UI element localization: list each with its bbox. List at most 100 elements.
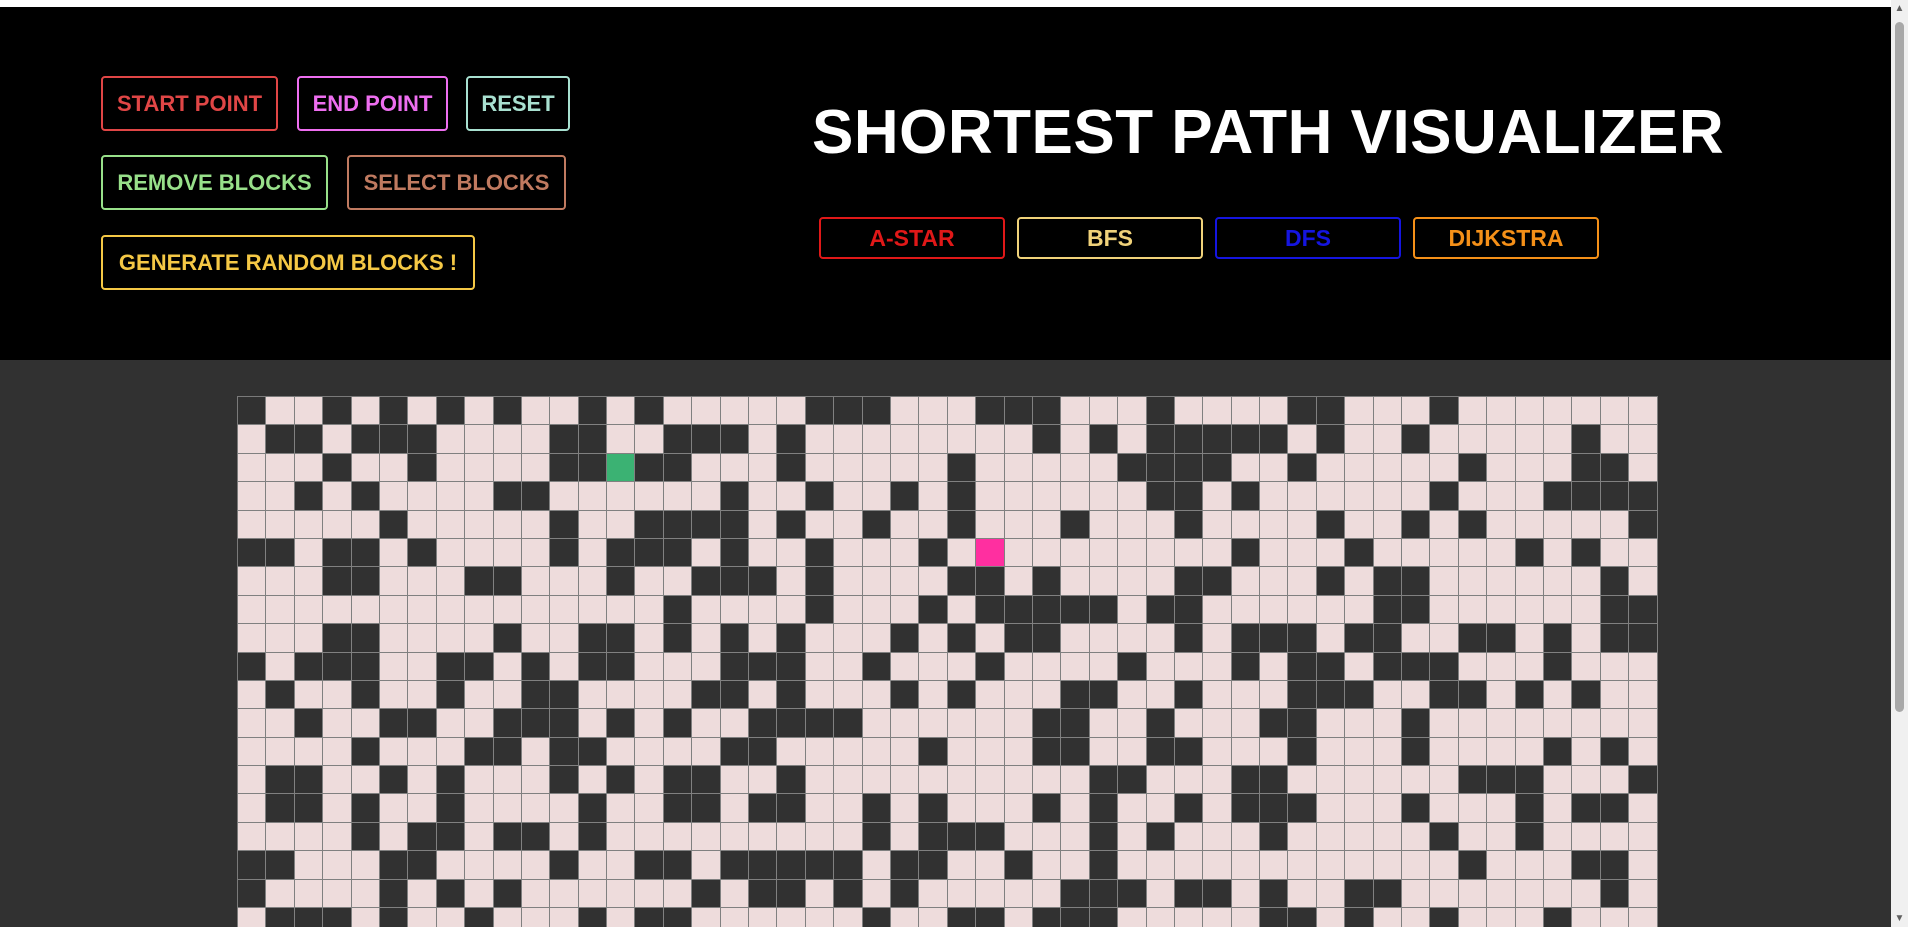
grid-cell[interactable] [238, 425, 267, 454]
grid-cell[interactable] [919, 397, 948, 426]
grid-cell[interactable] [238, 908, 267, 927]
grid-cell[interactable] [1487, 737, 1516, 767]
grid-cell[interactable] [550, 482, 579, 511]
wall-cell[interactable] [578, 397, 608, 426]
grid-cell[interactable] [1430, 510, 1459, 539]
grid-cell[interactable] [238, 482, 267, 511]
grid-cell[interactable] [1345, 397, 1374, 426]
grid-cell[interactable] [947, 595, 977, 625]
grid-cell[interactable] [777, 737, 806, 767]
grid-cell[interactable] [1629, 397, 1658, 426]
grid-cell[interactable] [436, 624, 466, 653]
grid-cell[interactable] [1118, 397, 1147, 426]
grid-cell[interactable] [351, 595, 380, 625]
grid-cell[interactable] [436, 567, 466, 596]
grid-cell[interactable] [1260, 510, 1289, 539]
grid-cell[interactable] [1316, 709, 1346, 738]
grid-cell[interactable] [1089, 397, 1119, 426]
grid-cell[interactable] [521, 425, 551, 454]
grid-cell[interactable] [1061, 538, 1090, 568]
wall-cell[interactable] [1174, 879, 1204, 909]
grid-cell[interactable] [323, 482, 352, 511]
wall-cell[interactable] [408, 851, 437, 880]
grid-cell[interactable] [1231, 680, 1261, 710]
grid-cell[interactable] [1260, 397, 1289, 426]
grid-cell[interactable] [663, 680, 693, 710]
grid-cell[interactable] [1373, 510, 1403, 539]
wall-cell[interactable] [1260, 766, 1289, 795]
grid-cell[interactable] [890, 510, 920, 539]
wall-cell[interactable] [1288, 397, 1317, 426]
wall-cell[interactable] [578, 425, 608, 454]
wall-cell[interactable] [1458, 510, 1488, 539]
grid-cell[interactable] [1345, 510, 1374, 539]
grid-cell[interactable] [976, 510, 1005, 539]
wall-cell[interactable] [663, 510, 693, 539]
grid-cell[interactable] [607, 680, 636, 710]
grid-cell[interactable] [607, 482, 636, 511]
wall-cell[interactable] [1203, 567, 1232, 596]
wall-cell[interactable] [578, 794, 608, 823]
grid-cell[interactable] [692, 851, 721, 880]
wall-cell[interactable] [1430, 397, 1459, 426]
wall-cell[interactable] [550, 766, 579, 795]
wall-cell[interactable] [720, 737, 750, 767]
wall-cell[interactable] [635, 397, 664, 426]
grid-cell[interactable] [294, 851, 324, 880]
grid-cell[interactable] [890, 794, 920, 823]
grid-cell[interactable] [1118, 482, 1147, 511]
grid-cell[interactable] [323, 510, 352, 539]
grid-cell[interactable] [663, 737, 693, 767]
grid-cell[interactable] [1373, 482, 1403, 511]
grid-cell[interactable] [351, 908, 380, 927]
grid-cell[interactable] [1600, 425, 1630, 454]
grid-cell[interactable] [1572, 822, 1601, 852]
wall-cell[interactable] [436, 822, 466, 852]
wall-cell[interactable] [436, 397, 466, 426]
grid-cell[interactable] [1430, 879, 1459, 909]
wall-cell[interactable] [1146, 425, 1175, 454]
grid-cell[interactable] [1402, 851, 1431, 880]
wall-cell[interactable] [351, 482, 380, 511]
wall-cell[interactable] [805, 595, 835, 625]
wall-cell[interactable] [1174, 453, 1204, 483]
wall-cell[interactable] [1288, 624, 1317, 653]
wall-cell[interactable] [1032, 567, 1062, 596]
grid-cell[interactable] [351, 766, 380, 795]
grid-cell[interactable] [947, 766, 977, 795]
wall-cell[interactable] [749, 709, 778, 738]
wall-cell[interactable] [493, 624, 522, 653]
grid-cell[interactable] [1118, 822, 1147, 852]
grid-cell[interactable] [1572, 397, 1601, 426]
wall-cell[interactable] [1458, 624, 1488, 653]
wall-cell[interactable] [749, 794, 778, 823]
grid-cell[interactable] [1345, 794, 1374, 823]
wall-cell[interactable] [663, 538, 693, 568]
wall-cell[interactable] [408, 453, 437, 483]
grid-cell[interactable] [1061, 822, 1090, 852]
grid-cell[interactable] [777, 822, 806, 852]
wall-cell[interactable] [294, 709, 324, 738]
grid-cell[interactable] [1345, 453, 1374, 483]
wall-cell[interactable] [1600, 595, 1630, 625]
grid-cell[interactable] [919, 425, 948, 454]
grid-cell[interactable] [663, 822, 693, 852]
grid-cell[interactable] [862, 567, 891, 596]
wall-cell[interactable] [578, 822, 608, 852]
grid-cell[interactable] [465, 709, 494, 738]
grid-cell[interactable] [1316, 624, 1346, 653]
grid-cell[interactable] [834, 538, 863, 568]
grid-cell[interactable] [521, 510, 551, 539]
wall-cell[interactable] [1061, 908, 1090, 927]
wall-cell[interactable] [294, 794, 324, 823]
grid-cell[interactable] [947, 879, 977, 909]
grid-cell[interactable] [521, 538, 551, 568]
wall-cell[interactable] [351, 822, 380, 852]
grid-cell[interactable] [947, 737, 977, 767]
grid-cell[interactable] [1430, 737, 1459, 767]
wall-cell[interactable] [890, 680, 920, 710]
grid-cell[interactable] [294, 680, 324, 710]
wall-cell[interactable] [1402, 567, 1431, 596]
grid-cell[interactable] [1458, 595, 1488, 625]
grid-cell[interactable] [1373, 453, 1403, 483]
